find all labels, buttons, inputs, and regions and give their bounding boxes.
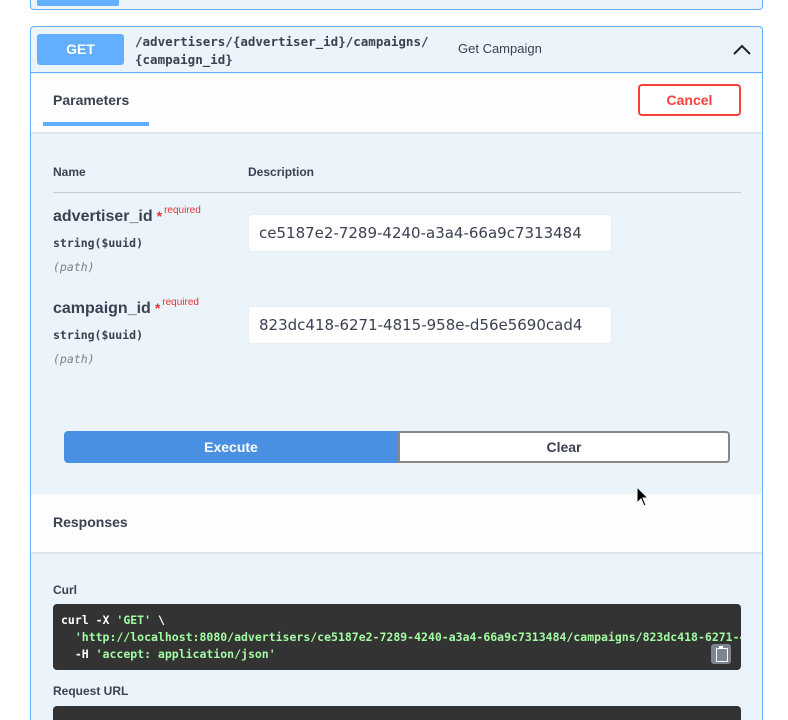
method-badge: GET <box>37 34 124 65</box>
request-url-label: Request URL <box>53 684 129 698</box>
previous-operation-block <box>30 0 763 10</box>
operation-path: /advertisers/{advertiser_id}/campaigns/ … <box>135 33 429 69</box>
curl-command: curl -X <box>61 613 117 627</box>
execute-button[interactable]: Execute <box>64 431 398 463</box>
operation-block-get: GET /advertisers/{advertiser_id}/campaig… <box>30 26 763 720</box>
cancel-button[interactable]: Cancel <box>638 84 741 116</box>
clipboard-icon[interactable] <box>711 644 731 664</box>
curl-label: Curl <box>53 583 77 597</box>
curl-line-3: -H 'accept: application/json' <box>61 647 276 661</box>
request-url-box[interactable] <box>53 706 741 720</box>
column-header-description: Description <box>248 165 315 179</box>
param-type: string($uuid) <box>53 328 144 342</box>
param-name-advertiser-id: advertiser_id * required <box>53 205 201 226</box>
required-star: * <box>154 300 161 316</box>
mouse-cursor-icon <box>636 486 650 507</box>
curl-header-flag: -H <box>61 647 96 661</box>
operation-summary[interactable]: GET /advertisers/{advertiser_id}/campaig… <box>31 27 762 73</box>
operation-description: Get Campaign <box>458 41 542 56</box>
execute-button-group: Execute Clear <box>64 431 730 463</box>
advertiser-id-input[interactable]: ce5187e2-7289-4240-a3a4-66a9c7313484 <box>248 214 612 252</box>
path-line-2: {campaign_id} <box>135 52 233 67</box>
required-star: * <box>156 208 163 224</box>
param-location: (path) <box>53 352 95 366</box>
responses-header: Responses <box>31 494 762 552</box>
curl-code-block[interactable]: curl -X 'GET' \ 'http://localhost:8080/a… <box>53 604 741 670</box>
required-label: required <box>162 297 199 308</box>
clear-button[interactable]: Clear <box>398 431 730 463</box>
chevron-up-icon[interactable] <box>731 39 753 61</box>
tab-parameters[interactable]: Parameters <box>53 92 129 108</box>
path-line-1: /advertisers/{advertiser_id}/campaigns/ <box>135 34 429 49</box>
curl-header-value: 'accept: application/json' <box>95 647 276 661</box>
param-name-label: campaign_id <box>53 300 151 317</box>
curl-continuation: \ <box>151 613 165 627</box>
required-label: required <box>164 205 201 216</box>
param-name-campaign-id: campaign_id * required <box>53 297 199 318</box>
param-location: (path) <box>53 260 95 274</box>
previous-method-badge <box>37 0 119 6</box>
curl-line-2: 'http://localhost:8080/advertisers/ce518… <box>74 630 741 644</box>
param-type: string($uuid) <box>53 236 144 250</box>
param-name-label: advertiser_id <box>53 208 153 225</box>
tab-underline <box>43 122 149 126</box>
responses-title: Responses <box>53 514 128 530</box>
curl-method: 'GET' <box>116 613 152 627</box>
curl-line-1: curl -X 'GET' \ <box>61 613 165 627</box>
parameters-header: Parameters Cancel <box>31 74 762 132</box>
column-header-name: Name <box>53 165 86 179</box>
campaign-id-input[interactable]: 823dc418-6271-4815-958e-d56e5690cad4 <box>248 306 612 344</box>
header-divider <box>53 192 741 193</box>
